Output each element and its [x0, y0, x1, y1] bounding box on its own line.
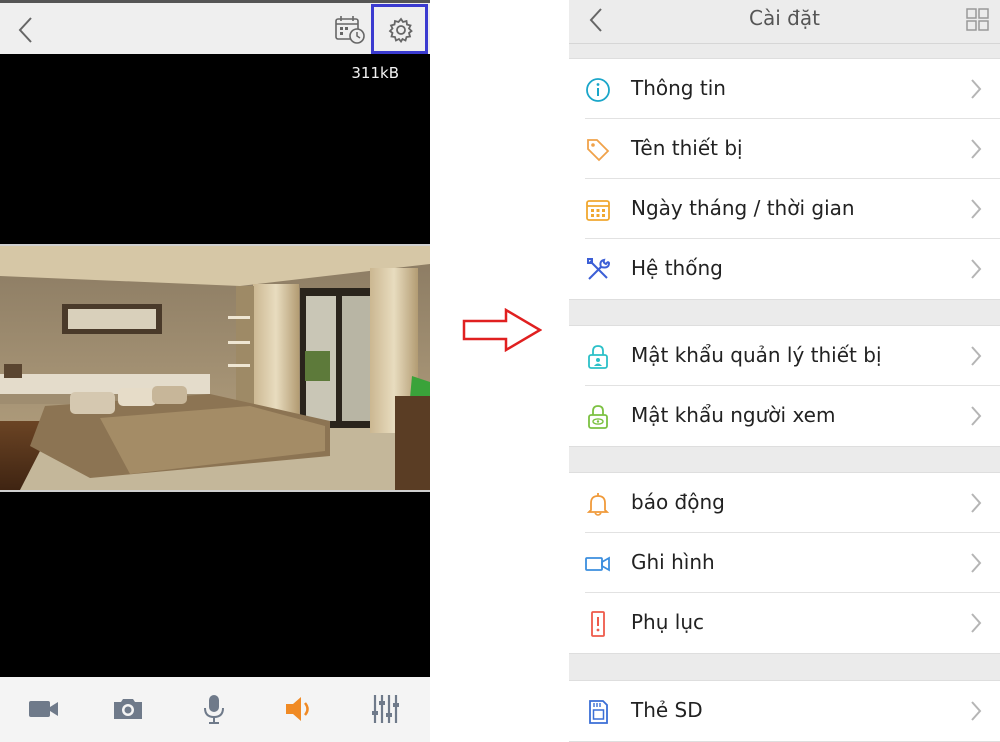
settings-item-label: Thẻ SD — [631, 698, 703, 722]
right-arrow-icon — [462, 308, 542, 352]
settings-header: Cài đặt — [569, 0, 1000, 44]
sd-card-icon — [589, 700, 608, 724]
settings-item-appendix[interactable]: Phụ lục — [569, 593, 1000, 653]
settings-item-admin-password[interactable]: Mật khẩu quản lý thiết bị — [569, 326, 1000, 386]
talk-button[interactable] — [196, 691, 232, 727]
settings-item-alarm[interactable]: báo động — [569, 473, 1000, 533]
settings-button[interactable] — [371, 4, 428, 54]
chevron-right-icon — [971, 346, 982, 366]
settings-group-device: Thông tin Tên thiết bị Ngày tháng / thời… — [569, 58, 1000, 300]
settings-item-label: Hệ thống — [631, 256, 723, 280]
settings-item-label: báo động — [631, 490, 725, 514]
chevron-right-icon — [971, 701, 982, 721]
settings-item-viewer-password[interactable]: Mật khẩu người xem — [569, 386, 1000, 446]
schedule-button[interactable] — [334, 15, 366, 45]
chevron-right-icon — [971, 406, 982, 426]
grid-view-button[interactable] — [966, 8, 990, 36]
microphone-icon — [204, 695, 224, 724]
live-view-screen: 311kB — [0, 0, 430, 742]
settings-item-label: Ngày tháng / thời gian — [631, 196, 855, 220]
settings-item-label: Ghi hình — [631, 550, 715, 574]
tools-icon — [587, 258, 611, 280]
chevron-right-icon — [971, 259, 982, 279]
chevron-right-icon — [971, 199, 982, 219]
settings-item-system[interactable]: Hệ thống — [569, 239, 1000, 299]
lock-viewer-icon — [588, 405, 608, 429]
sliders-icon — [372, 695, 399, 723]
chevron-right-icon — [971, 139, 982, 159]
page-title: Cài đặt — [749, 6, 820, 30]
settings-screen: Cài đặt Thông tin Tên thiết bị Ngày thán… — [569, 0, 1000, 742]
calendar-icon — [586, 200, 610, 221]
chevron-right-icon — [971, 493, 982, 513]
settings-item-date-time[interactable]: Ngày tháng / thời gian — [569, 179, 1000, 239]
speaker-icon — [286, 697, 309, 721]
chevron-right-icon — [971, 79, 982, 99]
chevron-right-icon — [971, 613, 982, 633]
screenshot-stage: 311kB Cài đặt Thông tin Tên thiết bị Ngà… — [0, 0, 1000, 742]
settings-item-info[interactable]: Thông tin — [569, 59, 1000, 119]
settings-item-label: Tên thiết bị — [631, 136, 743, 160]
tag-icon — [587, 139, 610, 162]
camera-icon — [114, 699, 142, 719]
info-icon — [586, 78, 610, 102]
chevron-left-icon — [18, 17, 32, 43]
gear-icon — [388, 17, 413, 43]
live-view-toolbar — [0, 0, 430, 54]
settings-group-passwords: Mật khẩu quản lý thiết bị Mật khẩu người… — [569, 325, 1000, 447]
settings-item-label: Thông tin — [631, 76, 726, 100]
video-icon — [585, 556, 610, 572]
adjust-button[interactable] — [367, 691, 403, 727]
appendix-icon — [591, 611, 605, 637]
grid-icon — [966, 8, 989, 31]
camera-video-feed[interactable] — [0, 244, 430, 492]
settings-group-storage: Thẻ SD — [569, 680, 1000, 742]
snapshot-button[interactable] — [110, 691, 146, 727]
settings-item-sd-card[interactable]: Thẻ SD — [569, 681, 1000, 741]
record-button[interactable] — [26, 691, 62, 727]
bitrate-label: 311kB — [351, 64, 399, 82]
bell-icon — [586, 493, 610, 516]
settings-item-recording[interactable]: Ghi hình — [569, 533, 1000, 593]
calendar-clock-icon — [335, 16, 365, 44]
settings-item-device-name[interactable]: Tên thiết bị — [569, 119, 1000, 179]
lock-admin-icon — [588, 345, 608, 369]
settings-item-label: Phụ lục — [631, 610, 704, 634]
bedroom-camera-image — [0, 246, 430, 490]
settings-item-label: Mật khẩu người xem — [631, 403, 836, 427]
audio-button[interactable] — [282, 691, 318, 727]
settings-item-label: Mật khẩu quản lý thiết bị — [631, 343, 882, 367]
video-camera-icon — [29, 701, 58, 717]
chevron-right-icon — [971, 553, 982, 573]
back-button[interactable] — [14, 15, 40, 45]
settings-group-events: báo động Ghi hình Phụ lục — [569, 472, 1000, 654]
live-view-controls — [0, 677, 430, 742]
